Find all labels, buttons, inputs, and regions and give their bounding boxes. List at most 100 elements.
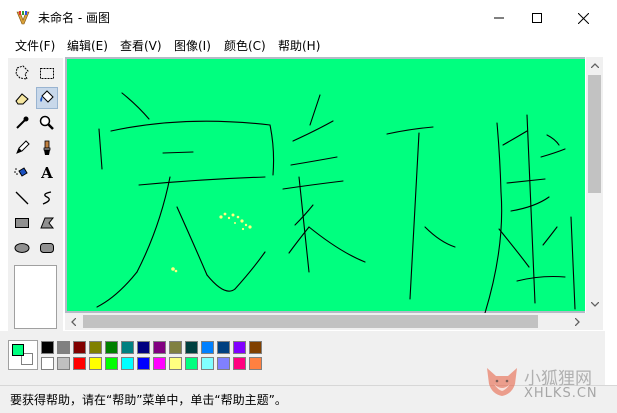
paint-app-icon (16, 11, 30, 25)
tool-options-box[interactable] (14, 265, 57, 329)
eraser-icon (15, 93, 29, 105)
palette-swatch[interactable] (217, 357, 230, 370)
fox-logo-watermark (487, 368, 517, 396)
tool-eraser[interactable] (11, 87, 33, 109)
palette-swatch[interactable] (121, 341, 134, 354)
palette-swatch[interactable] (89, 341, 102, 354)
free-form-select-icon (15, 65, 29, 80)
tool-rounded-rect[interactable] (36, 237, 58, 259)
tool-line[interactable] (11, 187, 33, 209)
minimize-icon (494, 17, 504, 19)
drawing-canvas[interactable] (65, 57, 585, 313)
scroll-left-button[interactable] (65, 313, 82, 330)
scroll-up-button[interactable] (586, 57, 603, 74)
menu-view[interactable]: 查看(V) (120, 38, 162, 54)
canvas-viewport (65, 57, 585, 313)
tool-rectangle[interactable] (11, 212, 33, 234)
menu-edit[interactable]: 编辑(E) (67, 38, 108, 54)
palette-swatch[interactable] (169, 341, 182, 354)
palette-swatch[interactable] (233, 357, 246, 370)
title-bar: 未命名 - 画图 (0, 0, 617, 36)
foreground-color-box[interactable] (12, 344, 24, 356)
tool-color-picker[interactable] (11, 112, 33, 134)
maximize-icon (532, 13, 542, 23)
palette-swatch[interactable] (137, 341, 150, 354)
palette-swatch[interactable] (169, 357, 182, 370)
palette-swatch[interactable] (41, 341, 54, 354)
scrollbar-corner (586, 313, 603, 330)
status-text: 要获得帮助，请在“帮助”菜单中，单击“帮助主题”。 (10, 393, 287, 407)
menu-bar: 文件(F) 编辑(E) 查看(V) 图像(I) 颜色(C) 帮助(H) (0, 36, 617, 56)
watermark-en: XHLKS.CN (524, 386, 598, 401)
menu-file[interactable]: 文件(F) (15, 38, 55, 54)
tool-curve[interactable] (36, 187, 58, 209)
palette-swatch[interactable] (201, 357, 214, 370)
tool-magnifier[interactable] (36, 112, 58, 134)
chevron-right-icon (575, 317, 580, 326)
tool-brush[interactable] (36, 137, 58, 159)
palette-swatch[interactable] (249, 341, 262, 354)
palette-swatch[interactable] (41, 357, 54, 370)
palette-swatch[interactable] (185, 357, 198, 370)
horizontal-scrollbar[interactable] (65, 313, 586, 330)
tool-airbrush[interactable] (11, 162, 33, 184)
palette-swatch[interactable] (153, 357, 166, 370)
palette-swatch[interactable] (121, 357, 134, 370)
palette-swatch[interactable] (201, 341, 214, 354)
palette-swatch[interactable] (57, 357, 70, 370)
chevron-up-icon (590, 63, 599, 68)
spray-dot (240, 219, 244, 223)
window-title: 未命名 - 画图 (38, 11, 110, 25)
palette-swatch[interactable] (89, 357, 102, 370)
palette-swatch[interactable] (73, 341, 86, 354)
spray-dot (244, 223, 248, 227)
tool-text[interactable]: A (36, 162, 58, 184)
maximize-button[interactable] (514, 0, 560, 36)
tool-panel: A (8, 58, 63, 332)
spray-dot (174, 269, 178, 273)
rectangle-icon (15, 218, 29, 228)
close-icon (577, 12, 589, 24)
vertical-scrollbar[interactable] (586, 57, 603, 313)
fill-bucket-icon (40, 90, 54, 103)
pencil-icon (16, 140, 30, 154)
vertical-scroll-thumb[interactable] (588, 75, 601, 193)
window-right-margin (604, 36, 617, 386)
scroll-right-button[interactable] (569, 313, 586, 330)
tool-rect-select[interactable] (36, 62, 58, 84)
horizontal-scroll-thumb[interactable] (83, 315, 538, 328)
palette-swatch[interactable] (73, 357, 86, 370)
palette-swatch[interactable] (217, 341, 230, 354)
airbrush-icon (14, 167, 28, 177)
scroll-down-button[interactable] (586, 296, 603, 313)
palette-swatch[interactable] (137, 357, 150, 370)
polygon-icon (40, 217, 55, 229)
spray-dot (223, 212, 227, 216)
curve-icon (42, 191, 52, 205)
tool-pencil[interactable] (11, 137, 33, 159)
palette-swatch[interactable] (105, 357, 118, 370)
palette-swatch[interactable] (105, 341, 118, 354)
tool-free-form-select[interactable] (11, 62, 33, 84)
color-picker-icon (16, 116, 29, 129)
menu-help[interactable]: 帮助(H) (278, 38, 320, 54)
line-icon (15, 191, 29, 205)
spray-dot (231, 213, 235, 217)
chevron-left-icon (71, 317, 76, 326)
rect-select-icon (40, 68, 54, 79)
palette-swatch[interactable] (249, 357, 262, 370)
palette-swatch[interactable] (233, 341, 246, 354)
spray-dot (171, 267, 175, 271)
menu-image[interactable]: 图像(I) (174, 38, 211, 54)
tool-ellipse[interactable] (11, 237, 33, 259)
spray-dot (234, 222, 236, 224)
spray-dot (248, 225, 252, 229)
palette-swatch[interactable] (185, 341, 198, 354)
palette-swatch[interactable] (57, 341, 70, 354)
tool-fill[interactable] (36, 87, 58, 109)
close-button[interactable] (560, 0, 606, 36)
tool-polygon[interactable] (36, 212, 58, 234)
text-icon: A (41, 164, 53, 182)
menu-colors[interactable]: 颜色(C) (224, 38, 266, 54)
palette-swatch[interactable] (153, 341, 166, 354)
